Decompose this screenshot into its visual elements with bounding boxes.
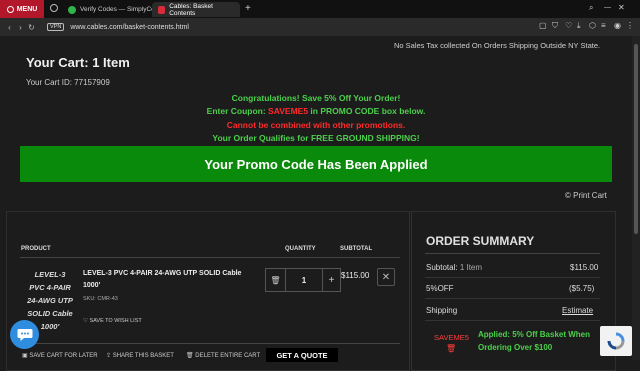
- recaptcha-icon: [607, 332, 625, 350]
- download-icon[interactable]: ⤓: [577, 21, 581, 31]
- browser-menu-button[interactable]: MENU: [0, 0, 44, 18]
- coupon-applied-line-2: Ordering Over $100: [478, 343, 553, 352]
- image-alt-line: PVC 4-PAIR: [29, 283, 71, 292]
- share-icon: ⇪: [106, 353, 113, 359]
- trash-icon: 🗑: [186, 353, 196, 359]
- chat-icon: [17, 328, 32, 341]
- more-icon[interactable]: ⋮: [626, 21, 634, 30]
- summary-divider: [425, 298, 600, 299]
- image-alt-line: LEVEL-3: [34, 270, 66, 279]
- forward-icon[interactable]: ›: [15, 23, 26, 32]
- snapshot-icon[interactable]: ▢: [539, 21, 547, 30]
- tab-search-icon[interactable]: [50, 4, 58, 12]
- save-cart-later-link[interactable]: ▣ SAVE CART FOR LATER: [22, 352, 98, 359]
- recaptcha-badge[interactable]: [600, 326, 632, 356]
- share-basket-link[interactable]: ⇪ SHARE THIS BASKET: [106, 352, 174, 359]
- summary-subtotal-value: $115.00: [570, 263, 599, 272]
- discount-value: ($5.75): [569, 284, 595, 293]
- tab-label: Verify Codes — SimplyCo: [80, 6, 155, 13]
- promo-line-2-suffix: in PROMO CODE box below.: [308, 106, 426, 116]
- product-sku: SKU: CMR-43: [83, 296, 118, 302]
- shipping-estimate-link[interactable]: Estimate: [562, 306, 593, 315]
- item-subtotal: $115.00: [341, 271, 370, 280]
- remove-item-button[interactable]: ✕: [377, 268, 395, 286]
- promo-code-highlight: SAVEME5: [268, 106, 309, 116]
- tab-verify-codes[interactable]: Verify Codes — SimplyCo: [62, 2, 161, 17]
- vpn-badge[interactable]: VPN: [47, 23, 65, 31]
- image-alt-line: SOLID Cable: [27, 309, 73, 318]
- header-quantity: QUANTITY: [285, 246, 316, 252]
- url-field[interactable]: www.cables.com/basket-contents.html: [70, 24, 189, 31]
- coupon-applied-line-1: Applied: 5% Off Basket When: [478, 330, 591, 339]
- heart-icon[interactable]: ♡: [565, 21, 572, 30]
- close-window-icon[interactable]: ✕: [618, 3, 625, 12]
- profile-icon[interactable]: ◉: [614, 21, 621, 30]
- easy-setup-icon[interactable]: ≡: [601, 21, 606, 30]
- tab-basket-contents[interactable]: Cables: Basket Contents: [152, 2, 240, 17]
- delete-label: DELETE ENTIRE CART: [195, 353, 261, 359]
- delete-cart-link[interactable]: 🗑 DELETE ENTIRE CART: [186, 352, 260, 359]
- cables-favicon-icon: [158, 5, 166, 14]
- cart-title: Your Cart: 1 Item: [26, 55, 130, 70]
- promo-line-2-prefix: Enter Coupon:: [206, 106, 269, 116]
- quantity-input[interactable]: 1: [286, 269, 322, 291]
- order-summary-title: ORDER SUMMARY: [426, 234, 535, 248]
- wishlist-label: SAVE TO WISH LIST: [89, 318, 142, 324]
- increment-button[interactable]: +: [322, 269, 340, 291]
- promo-line-1: Congratulations! Save 5% Off Your Order!: [231, 93, 401, 103]
- promo-line-3: Cannot be combined with other promotions…: [226, 120, 406, 130]
- promo-line-2: Enter Coupon: SAVEME5 in PROMO CODE box …: [0, 106, 632, 116]
- minimize-icon[interactable]: —: [604, 4, 611, 11]
- discount-label: 5%OFF: [426, 284, 454, 293]
- shipping-label: Shipping: [426, 306, 458, 315]
- summary-divider: [425, 277, 600, 278]
- summary-divider: [425, 320, 600, 321]
- simplycodes-favicon-icon: [68, 5, 76, 14]
- promo-line-4: Your Order Qualifies for FREE GROUND SHI…: [212, 133, 420, 143]
- scrollbar-thumb[interactable]: [634, 44, 638, 234]
- subtotal-label: Subtotal:: [426, 263, 458, 272]
- tax-note: No Sales Tax collected On Orders Shippin…: [394, 41, 601, 50]
- summary-divider: [425, 253, 600, 254]
- row-divider: [20, 343, 400, 344]
- share-label: SHARE THIS BASKET: [112, 353, 174, 359]
- menu-label: MENU: [16, 5, 38, 13]
- reload-icon[interactable]: ↻: [26, 23, 37, 32]
- cart-id: Your Cart ID: 77157909: [26, 78, 110, 87]
- extensions-icon[interactable]: ⬡: [589, 21, 596, 30]
- promo-applied-banner: Your Promo Code Has Been Applied: [20, 146, 612, 182]
- trash-icon[interactable]: 🗑: [266, 269, 286, 291]
- applied-coupon-code: SAVEME5: [434, 333, 469, 342]
- print-cart-link[interactable]: © Print Cart: [565, 191, 607, 200]
- shield-icon[interactable]: ⛉: [552, 21, 558, 31]
- summary-subtotal-label: Subtotal: 1 Item: [426, 263, 482, 272]
- tab-bar: MENU Verify Codes — SimplyCo Cables: Bas…: [0, 0, 640, 18]
- opera-logo-icon: [6, 5, 14, 13]
- header-product: PRODUCT: [21, 246, 51, 252]
- image-alt-line: 24-AWG UTP: [27, 296, 73, 305]
- header-divider: [20, 257, 400, 258]
- remove-coupon-icon[interactable]: 🗑: [446, 344, 456, 353]
- chat-widget-button[interactable]: [10, 320, 39, 349]
- product-name-line-2[interactable]: 1000': [83, 282, 100, 289]
- subtotal-items: 1 Item: [459, 263, 483, 272]
- quantity-stepper: 🗑 1 +: [265, 268, 341, 292]
- search-tabs-icon[interactable]: ⌕: [589, 3, 593, 13]
- save-cart-label: SAVE CART FOR LATER: [29, 353, 98, 359]
- save-to-wishlist-link[interactable]: ♡ SAVE TO WISH LIST: [83, 318, 142, 324]
- header-subtotal: SUBTOTAL: [340, 246, 373, 252]
- tab-label: Cables: Basket Contents: [169, 2, 213, 17]
- product-name-link[interactable]: LEVEL-3 PVC 4-PAIR 24-AWG UTP SOLID Cabl…: [83, 270, 241, 277]
- back-icon[interactable]: ‹: [4, 23, 15, 32]
- new-tab-button[interactable]: +: [245, 3, 251, 14]
